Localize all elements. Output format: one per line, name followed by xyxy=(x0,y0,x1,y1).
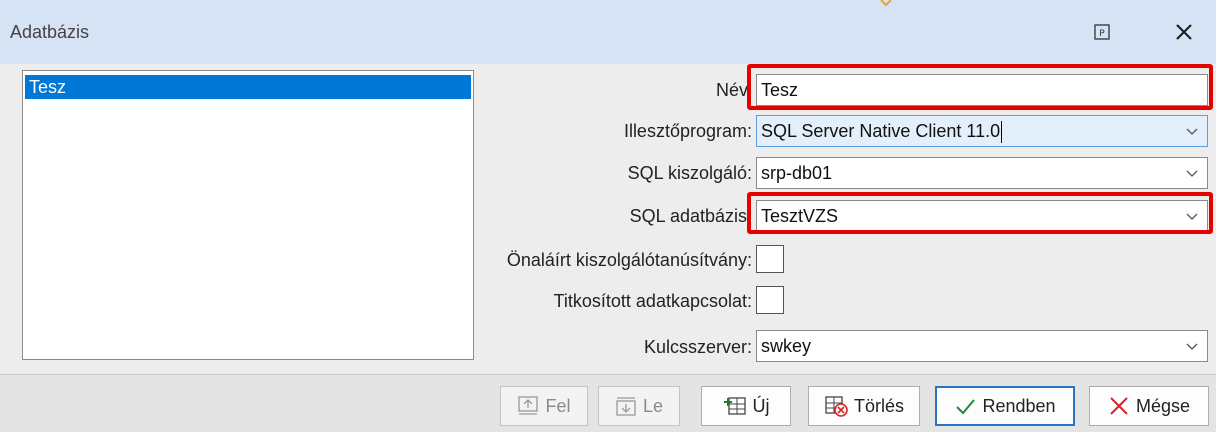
svg-text:P: P xyxy=(1099,29,1105,39)
list-item[interactable]: Tesz xyxy=(25,75,471,99)
close-icon xyxy=(1110,397,1128,415)
delete-label: Törlés xyxy=(853,395,904,416)
driver-value: SQL Server Native Client 11.0 xyxy=(761,121,1001,141)
ok-label: Rendben xyxy=(982,395,1056,416)
encrypted-checkbox[interactable] xyxy=(756,286,784,314)
server-label: SQL kiszolgáló: xyxy=(627,163,752,183)
database-list[interactable]: Tesz xyxy=(22,70,474,360)
cancel-button[interactable]: Mégse xyxy=(1089,386,1209,426)
database-label: SQL adatbázis: xyxy=(629,206,752,226)
server-value: srp-db01 xyxy=(761,163,833,183)
keyserver-label: Kulcsszerver: xyxy=(643,337,752,357)
delete-button[interactable]: Törlés xyxy=(808,386,920,426)
accent-mark-icon xyxy=(880,0,892,6)
text-caret xyxy=(1001,121,1003,144)
name-label: Név xyxy=(715,80,748,100)
new-record-icon xyxy=(723,397,746,415)
close-icon[interactable] xyxy=(1174,22,1194,42)
database-highlight-box xyxy=(747,192,1213,234)
move-down-label: Le xyxy=(642,395,664,416)
ok-button[interactable]: Rendben xyxy=(935,386,1075,426)
move-up-icon xyxy=(518,396,539,415)
new-button[interactable]: Új xyxy=(701,386,791,426)
keyserver-select[interactable]: swkey xyxy=(756,330,1208,362)
name-highlight-box xyxy=(747,64,1213,110)
chevron-down-icon[interactable] xyxy=(1185,339,1199,353)
driver-select[interactable]: SQL Server Native Client 11.0 xyxy=(756,115,1208,147)
keyserver-value: swkey xyxy=(761,336,812,356)
cancel-label: Mégse xyxy=(1135,395,1191,416)
encrypted-label: Titkosított adatkapcsolat: xyxy=(553,291,752,311)
selfsigned-label: Önaláírt kiszolgálótanúsítvány: xyxy=(506,250,752,270)
move-up-button[interactable]: Fel xyxy=(500,386,588,426)
driver-label: Illesztőprogram: xyxy=(623,121,752,141)
title-bar: Adatbázis P xyxy=(0,0,1216,64)
chevron-down-icon[interactable] xyxy=(1185,166,1199,180)
new-label: Új xyxy=(752,395,770,416)
move-down-icon xyxy=(616,397,636,416)
chevron-down-icon[interactable] xyxy=(1185,124,1199,138)
server-select[interactable]: srp-db01 xyxy=(756,157,1208,189)
move-down-button[interactable]: Le xyxy=(598,386,680,426)
pin-window-icon[interactable]: P xyxy=(1094,24,1110,40)
checkmark-icon xyxy=(956,399,976,415)
delete-record-icon xyxy=(825,396,848,417)
selfsigned-checkbox[interactable] xyxy=(756,245,784,273)
window-title: Adatbázis xyxy=(10,22,90,42)
move-up-label: Fel xyxy=(545,395,571,416)
